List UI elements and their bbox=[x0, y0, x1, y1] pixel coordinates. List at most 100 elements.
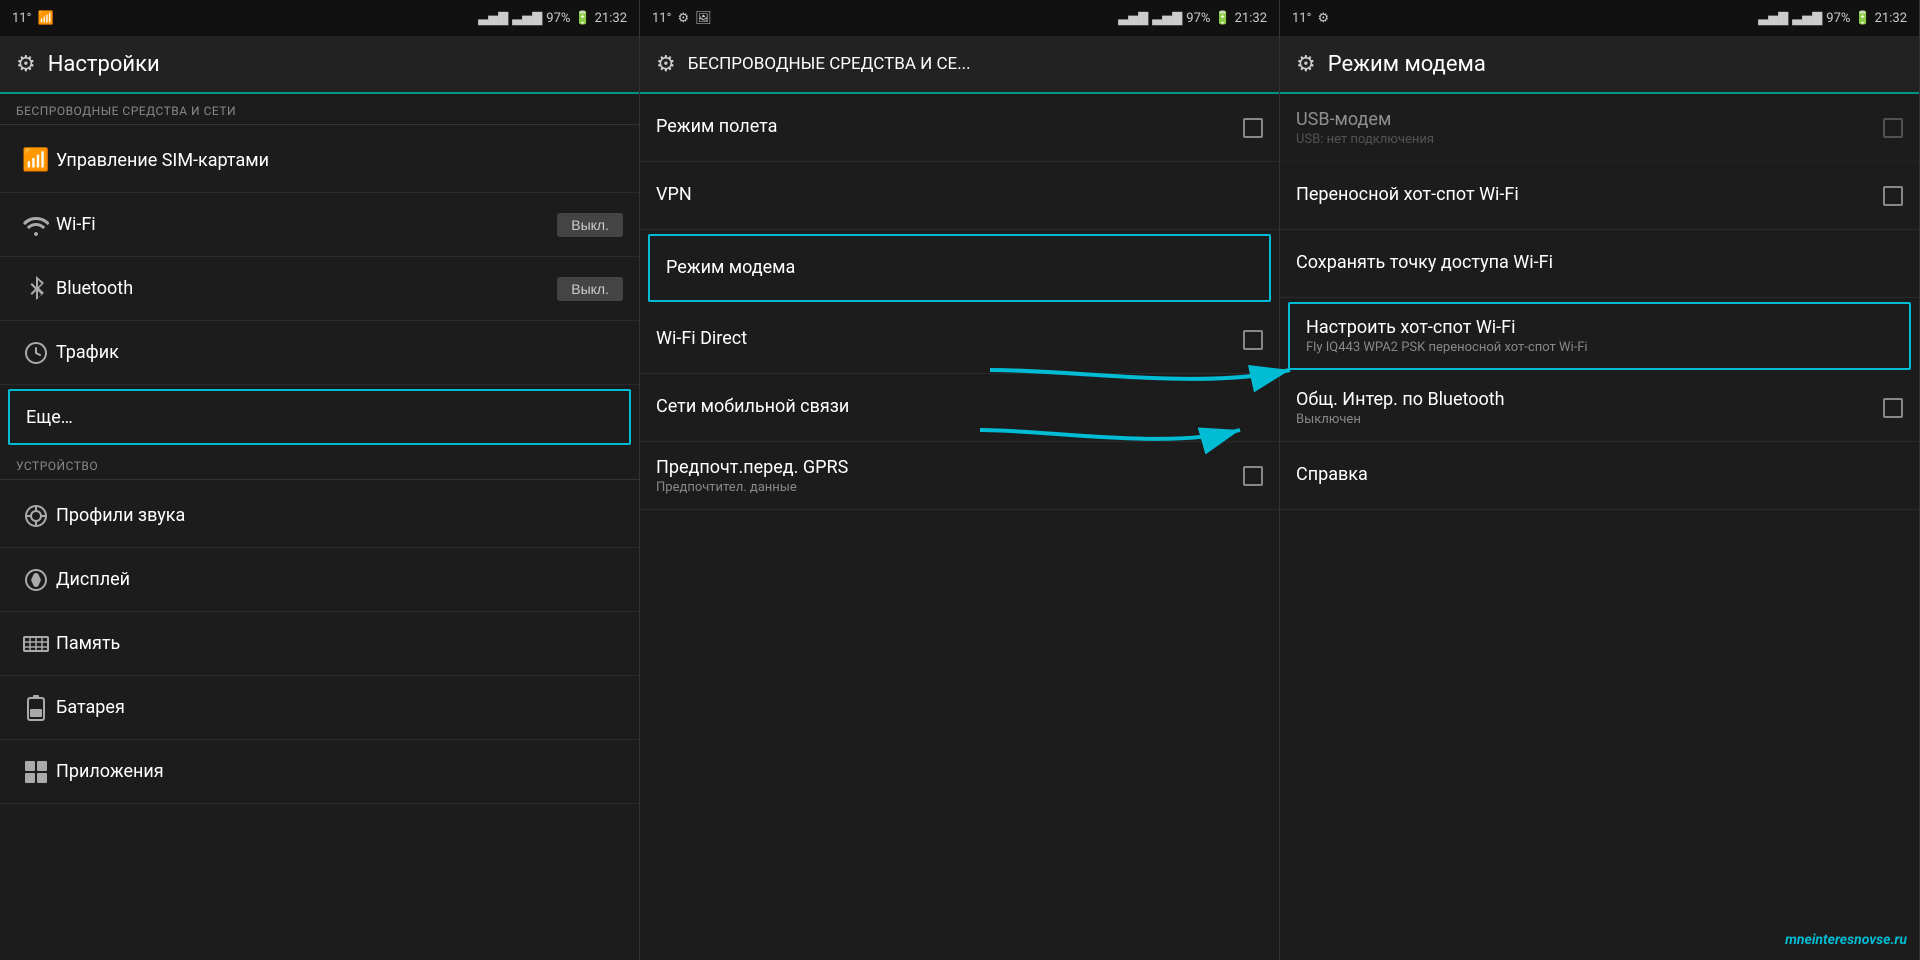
gprs-label: Предпочт.перед. GPRS bbox=[656, 457, 1243, 478]
wifi-label: Wi-Fi bbox=[56, 214, 557, 235]
header-title-2: БЕСПРОВОДНЫЕ СРЕДСТВА И СЕ... bbox=[688, 54, 971, 74]
saveap-label: Сохранять точку доступа Wi-Fi bbox=[1296, 252, 1903, 273]
settings-icon-1: ⚙ bbox=[16, 52, 36, 77]
app-header-1: ⚙ Настройки bbox=[0, 36, 639, 94]
status-bar-3: 11° ⚙ ▃▅▇ ▃▅▇ 97% 🔋 21:32 bbox=[1280, 0, 1919, 36]
memory-label: Память bbox=[56, 633, 623, 654]
traffic-icon bbox=[16, 340, 56, 366]
panel-settings: 11° 📶 ▃▅▇ ▃▅▇ 97% 🔋 21:32 ⚙ Настройки БЕ… bbox=[0, 0, 640, 960]
menu-item-modem[interactable]: Режим модема bbox=[648, 234, 1271, 302]
apps-icon bbox=[16, 759, 56, 785]
section-device-label: УСТРОЙСТВО bbox=[0, 449, 639, 479]
usb-desc: USB: нет подключения bbox=[1296, 132, 1883, 147]
wifi-icon-1: 📶 bbox=[37, 11, 53, 26]
temperature-2: 11° bbox=[652, 11, 671, 26]
help-label: Справка bbox=[1296, 464, 1903, 485]
app-header-3: ⚙ Режим модема bbox=[1280, 36, 1919, 94]
mobile-label: Сети мобильной связи bbox=[656, 396, 1263, 417]
photo-status-icon: 🖼 bbox=[695, 11, 712, 26]
menu-item-traffic[interactable]: Трафик bbox=[0, 321, 639, 385]
menu-item-airplane[interactable]: Режим полета bbox=[640, 94, 1279, 162]
bttether-checkbox[interactable] bbox=[1883, 398, 1903, 418]
menu-item-memory[interactable]: Память bbox=[0, 612, 639, 676]
settings-status-icon-3: ⚙ bbox=[1317, 11, 1329, 26]
configure-label: Настроить хот-спот Wi-Fi bbox=[1306, 317, 1893, 338]
battery-3: 97% bbox=[1826, 11, 1850, 26]
wifi-icon bbox=[16, 214, 56, 236]
menu-item-more[interactable]: Еще… bbox=[8, 389, 631, 445]
display-icon bbox=[16, 567, 56, 593]
time-1: 21:32 bbox=[595, 11, 627, 26]
time-2: 21:32 bbox=[1235, 11, 1267, 26]
usb-label: USB-модем bbox=[1296, 109, 1883, 130]
status-bar-2: 11° ⚙ 🖼 ▃▅▇ ▃▅▇ 97% 🔋 21:32 bbox=[640, 0, 1279, 36]
panel-wireless: 11° ⚙ 🖼 ▃▅▇ ▃▅▇ 97% 🔋 21:32 ⚙ БЕСПРОВОДН… bbox=[640, 0, 1280, 960]
signal-icon-1: ▃▅▇ bbox=[478, 11, 508, 26]
panel-modem: 11° ⚙ ▃▅▇ ▃▅▇ 97% 🔋 21:32 ⚙ Режим модема… bbox=[1280, 0, 1920, 960]
bluetooth-icon bbox=[16, 276, 56, 302]
hotspot-checkbox[interactable] bbox=[1883, 186, 1903, 206]
settings-status-icon: ⚙ bbox=[677, 11, 689, 26]
battery-icon-menu bbox=[16, 695, 56, 721]
gprs-checkbox[interactable] bbox=[1243, 466, 1263, 486]
app-header-2: ⚙ БЕСПРОВОДНЫЕ СРЕДСТВА И СЕ... bbox=[640, 36, 1279, 94]
bluetooth-label: Bluetooth bbox=[56, 278, 557, 299]
gprs-desc: Предпочтител. данные bbox=[656, 480, 1243, 495]
battery-icon-3: 🔋 bbox=[1854, 11, 1870, 26]
menu-item-mobile[interactable]: Сети мобильной связи bbox=[640, 374, 1279, 442]
modem-label: Режим модема bbox=[666, 257, 1253, 278]
menu-item-sound[interactable]: Профили звука bbox=[0, 484, 639, 548]
battery-icon-2: 🔋 bbox=[1214, 11, 1230, 26]
bluetooth-toggle[interactable]: Выкл. bbox=[557, 277, 623, 301]
wifi-toggle[interactable]: Выкл. bbox=[557, 213, 623, 237]
bttether-desc: Выключен bbox=[1296, 412, 1883, 427]
usb-checkbox[interactable] bbox=[1883, 118, 1903, 138]
display-label: Дисплей bbox=[56, 569, 623, 590]
signal-icon-6: ▃▅▇ bbox=[1792, 11, 1822, 26]
battery-label: Батарея bbox=[56, 697, 623, 718]
menu-item-saveap[interactable]: Сохранять точку доступа Wi-Fi bbox=[1280, 230, 1919, 298]
signal-icon-4: ▃▅▇ bbox=[1152, 11, 1182, 26]
more-label: Еще… bbox=[26, 407, 613, 428]
signal-icon-5: ▃▅▇ bbox=[1758, 11, 1788, 26]
menu-item-display[interactable]: Дисплей bbox=[0, 548, 639, 612]
signal-icon-2: ▃▅▇ bbox=[512, 11, 542, 26]
menu-item-configure[interactable]: Настроить хот-спот Wi-Fi Fly IQ443 WPA2 … bbox=[1288, 302, 1911, 370]
signal-icon-3: ▃▅▇ bbox=[1118, 11, 1148, 26]
menu-item-sim[interactable]: 📶 Управление SIM-картами bbox=[0, 129, 639, 193]
menu-item-apps[interactable]: Приложения bbox=[0, 740, 639, 804]
configure-desc: Fly IQ443 WPA2 PSK переносной хот-спот W… bbox=[1306, 340, 1893, 355]
memory-icon bbox=[16, 633, 56, 655]
settings-icon-3: ⚙ bbox=[1296, 52, 1316, 77]
settings-icon-2: ⚙ bbox=[656, 52, 676, 77]
status-bar-1: 11° 📶 ▃▅▇ ▃▅▇ 97% 🔋 21:32 bbox=[0, 0, 639, 36]
menu-item-wifi[interactable]: Wi-Fi Выкл. bbox=[0, 193, 639, 257]
apps-label: Приложения bbox=[56, 761, 623, 782]
airplane-label: Режим полета bbox=[656, 116, 1243, 137]
menu-item-vpn[interactable]: VPN bbox=[640, 162, 1279, 230]
menu-item-battery[interactable]: Батарея bbox=[0, 676, 639, 740]
menu-item-wifidirect[interactable]: Wi-Fi Direct bbox=[640, 306, 1279, 374]
battery-1: 97% bbox=[546, 11, 570, 26]
temperature-1: 11° bbox=[12, 11, 31, 26]
menu-item-bttether[interactable]: Общ. Интер. по Bluetooth Выключен bbox=[1280, 374, 1919, 442]
menu-item-help[interactable]: Справка bbox=[1280, 442, 1919, 510]
menu-item-bluetooth[interactable]: Bluetooth Выкл. bbox=[0, 257, 639, 321]
temperature-3: 11° bbox=[1292, 11, 1311, 26]
section-divider-1 bbox=[0, 124, 639, 125]
airplane-checkbox[interactable] bbox=[1243, 118, 1263, 138]
header-title-3: Режим модема bbox=[1328, 52, 1486, 77]
traffic-label: Трафик bbox=[56, 342, 623, 363]
battery-2: 97% bbox=[1186, 11, 1210, 26]
menu-item-gprs[interactable]: Предпочт.перед. GPRS Предпочтител. данны… bbox=[640, 442, 1279, 510]
menu-item-usb[interactable]: USB-модем USB: нет подключения bbox=[1280, 94, 1919, 162]
vpn-label: VPN bbox=[656, 184, 1263, 205]
menu-item-hotspot[interactable]: Переносной хот-спот Wi-Fi bbox=[1280, 162, 1919, 230]
wifidirect-checkbox[interactable] bbox=[1243, 330, 1263, 350]
sound-icon bbox=[16, 503, 56, 529]
section-wireless-label: БЕСПРОВОДНЫЕ СРЕДСТВА И СЕТИ bbox=[0, 94, 639, 124]
battery-icon-1: 🔋 bbox=[574, 11, 590, 26]
time-3: 21:32 bbox=[1875, 11, 1907, 26]
wifidirect-label: Wi-Fi Direct bbox=[656, 328, 1243, 349]
sound-label: Профили звука bbox=[56, 505, 623, 526]
